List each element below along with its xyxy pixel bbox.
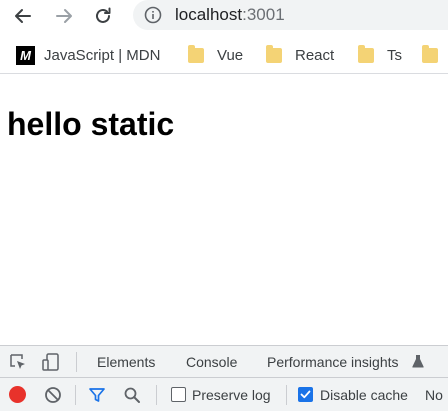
- page-viewport: hello static: [0, 75, 448, 345]
- bookmark-label: JavaScript | MDN: [44, 46, 161, 64]
- reload-button[interactable]: [89, 2, 117, 30]
- bookmark-folder-ts[interactable]: Ts: [358, 44, 402, 66]
- url-port: :3001: [242, 5, 285, 24]
- devtools-panel: Elements Console Performance insights Pr…: [0, 345, 448, 411]
- address-bar[interactable]: localhost:3001: [133, 0, 448, 30]
- mdn-icon: M: [16, 45, 35, 65]
- url-host: localhost: [175, 5, 243, 24]
- device-toolbar-icon[interactable]: [42, 353, 60, 371]
- bookmark-label: Vue: [217, 46, 244, 64]
- experiment-flask-icon: [412, 355, 424, 368]
- toolbar-divider: [156, 385, 157, 405]
- toolbar-divider: [286, 385, 287, 405]
- toolbar-divider: [75, 385, 76, 405]
- network-toolbar: Preserve log Disable cache No: [0, 379, 448, 411]
- bookmark-folder-react[interactable]: React: [266, 44, 334, 66]
- folder-icon: [266, 44, 282, 63]
- tab-elements[interactable]: Elements: [97, 354, 155, 370]
- back-button[interactable]: [9, 2, 37, 30]
- info-icon[interactable]: [144, 6, 162, 24]
- reload-icon: [96, 7, 111, 23]
- folder-icon: [358, 44, 374, 63]
- bookmark-label: React: [295, 46, 335, 64]
- throttling-select[interactable]: No: [425, 387, 443, 403]
- bookmark-mdn[interactable]: M JavaScript | MDN: [16, 44, 160, 66]
- url-text[interactable]: localhost:3001: [175, 5, 285, 25]
- browser-toolbar: localhost:3001: [0, 0, 448, 32]
- devtools-tab-bar: Elements Console Performance insights: [0, 346, 448, 378]
- inspect-element-icon[interactable]: [9, 353, 27, 371]
- page-heading: hello static: [7, 106, 175, 142]
- preserve-log-label[interactable]: Preserve log: [192, 387, 271, 403]
- bookmarks-bar: M JavaScript | MDN Vue React Ts: [0, 36, 448, 74]
- clear-icon[interactable]: [44, 386, 62, 404]
- bookmark-folder-more[interactable]: [422, 44, 448, 66]
- filter-icon[interactable]: [88, 386, 106, 404]
- toolbar-divider: [76, 352, 77, 372]
- checkmark-icon: [300, 390, 311, 399]
- tab-console[interactable]: Console: [186, 354, 237, 370]
- bookmark-label: Ts: [387, 46, 402, 64]
- folder-icon: [422, 44, 438, 63]
- search-icon[interactable]: [123, 386, 141, 404]
- arrow-left-icon: [15, 9, 31, 23]
- record-button[interactable]: [9, 386, 26, 403]
- forward-button[interactable]: [50, 2, 78, 30]
- disable-cache-checkbox[interactable]: [298, 387, 313, 402]
- tab-performance-insights[interactable]: Performance insights: [267, 354, 399, 370]
- folder-icon: [188, 44, 204, 63]
- bookmark-folder-vue[interactable]: Vue: [188, 44, 243, 66]
- preserve-log-checkbox[interactable]: [171, 387, 186, 402]
- disable-cache-label[interactable]: Disable cache: [320, 387, 408, 403]
- arrow-right-icon: [56, 9, 72, 23]
